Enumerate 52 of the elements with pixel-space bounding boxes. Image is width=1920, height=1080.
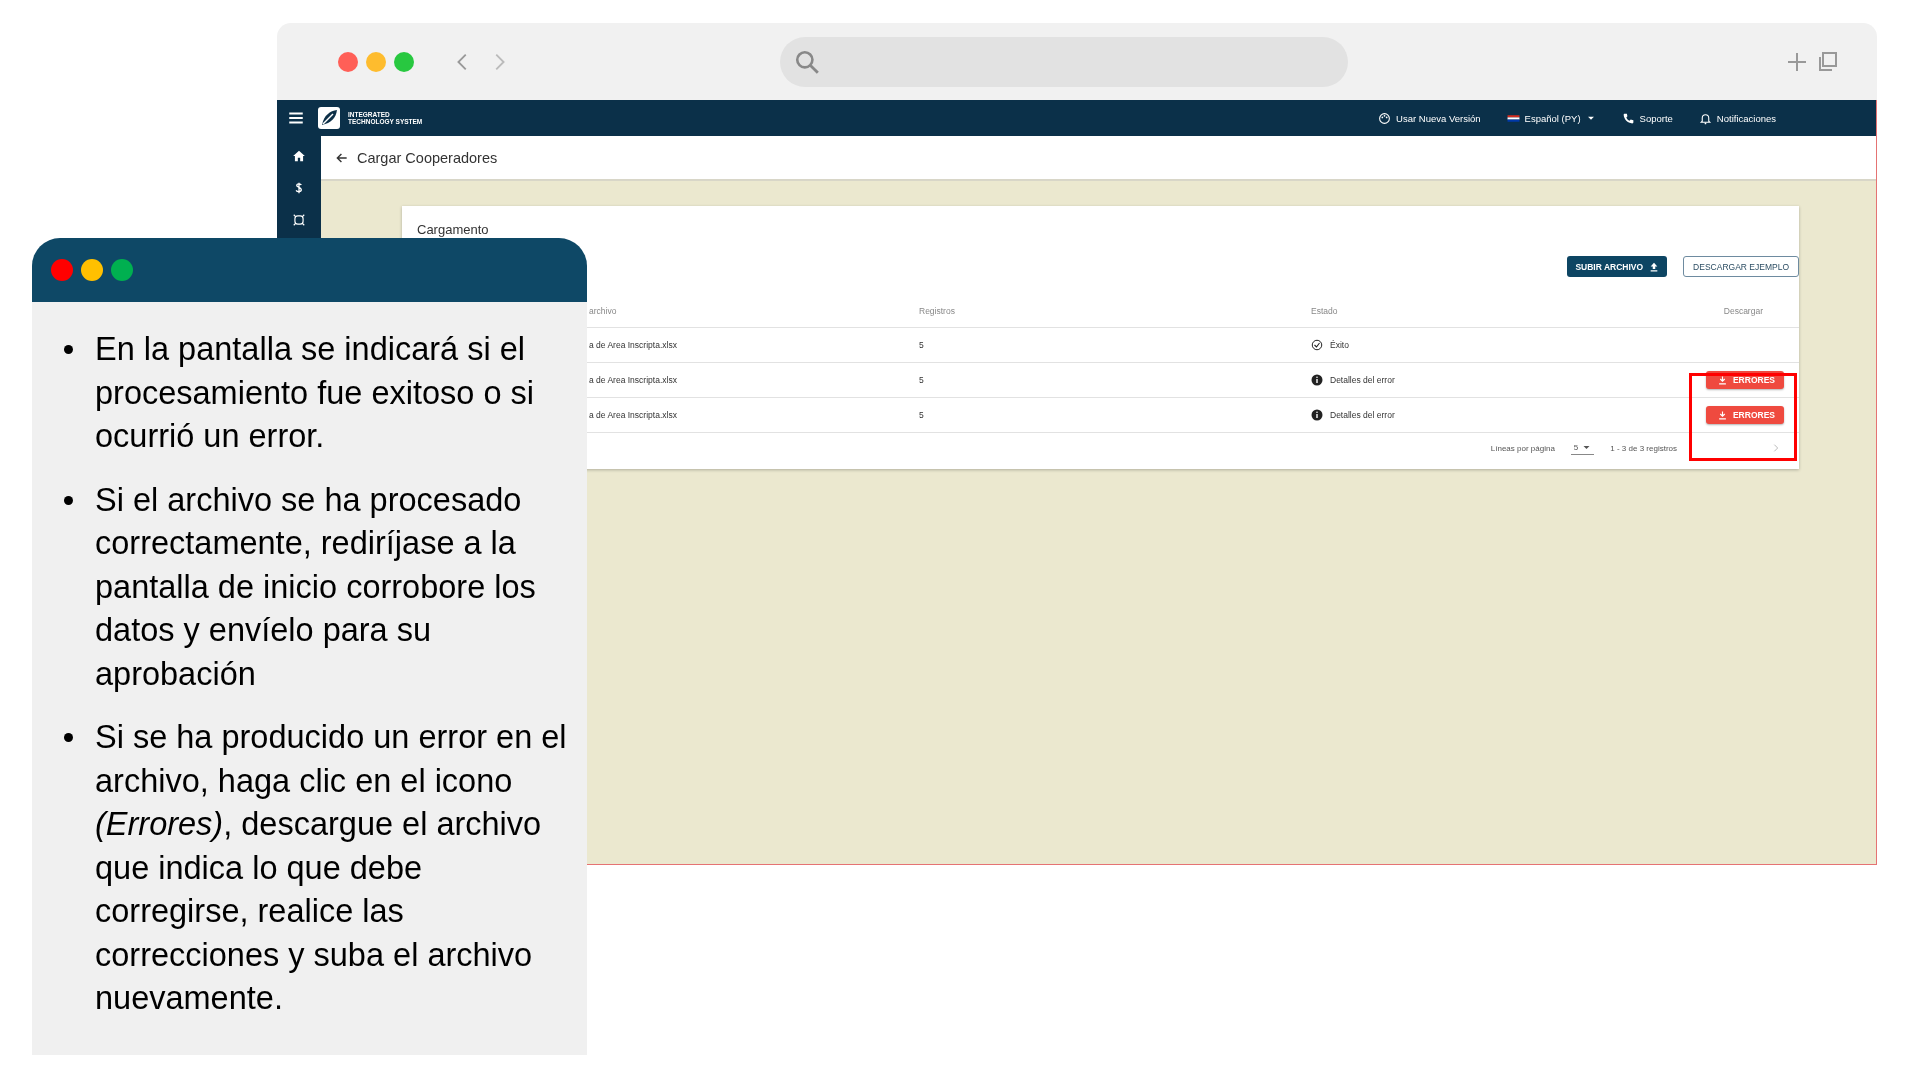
status-text: Éxito — [1330, 340, 1349, 350]
page-title: Cargar Cooperadores — [357, 149, 498, 166]
leaf-logo-icon — [317, 106, 341, 130]
header-link[interactable]: Usar Nueva Versión — [1378, 111, 1481, 125]
rows-per-page-select[interactable]: 5 — [1570, 441, 1595, 455]
column-header: archivo — [588, 306, 618, 316]
header-link[interactable]: Soporte — [1621, 111, 1673, 125]
phone-icon — [1621, 111, 1635, 125]
bullet-icon — [64, 495, 73, 505]
info-icon — [1311, 374, 1323, 386]
upload-button[interactable]: SUBIR ARCHIVO — [1567, 256, 1668, 277]
status-text: Detalles del error — [1330, 375, 1395, 385]
bell-icon — [1698, 111, 1712, 125]
bullet-icon — [64, 345, 73, 354]
page-range: 1 - 3 de 3 registros — [1610, 443, 1677, 453]
rows-per-page-label: Líneas por página — [1490, 443, 1555, 453]
info-icon — [1311, 409, 1323, 421]
window-control-icon — [81, 259, 103, 281]
chevron-icon[interactable] — [1771, 443, 1781, 453]
table-cell-text: a de Area Inscripta.xlsx — [588, 340, 678, 350]
window-control-icon — [51, 259, 73, 281]
table-cell-text: 5 — [919, 340, 925, 350]
table-cell-text: 5 — [919, 375, 925, 385]
window-control-icon — [111, 259, 133, 281]
search-icon — [794, 48, 820, 75]
frame-icon[interactable] — [292, 213, 306, 227]
download-icon — [1717, 375, 1727, 385]
palette-icon — [1378, 111, 1392, 125]
note-text: Si el archivo se ha procesado correctamente, rediríjase a la pantalla de inicio corrobore los datos y envíelo para su aprobación — [95, 480, 537, 694]
note-text: En la pantalla se indicará si el procesamiento fue exitoso o si ocurrió un error. — [95, 330, 535, 456]
header-link[interactable]: Español (PY) — [1506, 111, 1596, 125]
check-circle-icon — [1311, 339, 1323, 351]
download-icon — [1717, 410, 1727, 420]
status-text: Detalles del error — [1330, 410, 1395, 420]
window-control-icon[interactable] — [394, 51, 414, 72]
errors-button[interactable]: ERRORES — [1705, 406, 1784, 424]
table-cell-text: 5 — [919, 410, 925, 420]
header-link[interactable]: Notificaciones — [1698, 111, 1776, 125]
window-control-icon[interactable] — [366, 51, 386, 72]
card-title: Cargamento — [416, 222, 490, 236]
window-control-icon[interactable] — [338, 51, 358, 72]
home-icon[interactable] — [292, 149, 306, 163]
download-example-button[interactable]: DESCARGAR EJEMPLO — [1683, 256, 1799, 277]
upload-icon — [1649, 261, 1660, 272]
column-header: Descargar — [1722, 306, 1764, 316]
caret-icon — [1582, 443, 1592, 452]
column-header: Estado — [1311, 306, 1339, 316]
table-cell-text: a de Area Inscripta.xlsx — [588, 375, 678, 385]
bullet-icon — [64, 733, 73, 742]
table-cell-text: a de Area Inscripta.xlsx — [588, 410, 678, 420]
note-text: Si se ha producido un error en el archivo, haga clic en el icono (Errores), descargue el archivo que indica lo que debe corregirse, realice las correcciones y suba el archivo nuevamente. — [95, 718, 568, 1018]
column-header: Registros — [919, 306, 956, 316]
